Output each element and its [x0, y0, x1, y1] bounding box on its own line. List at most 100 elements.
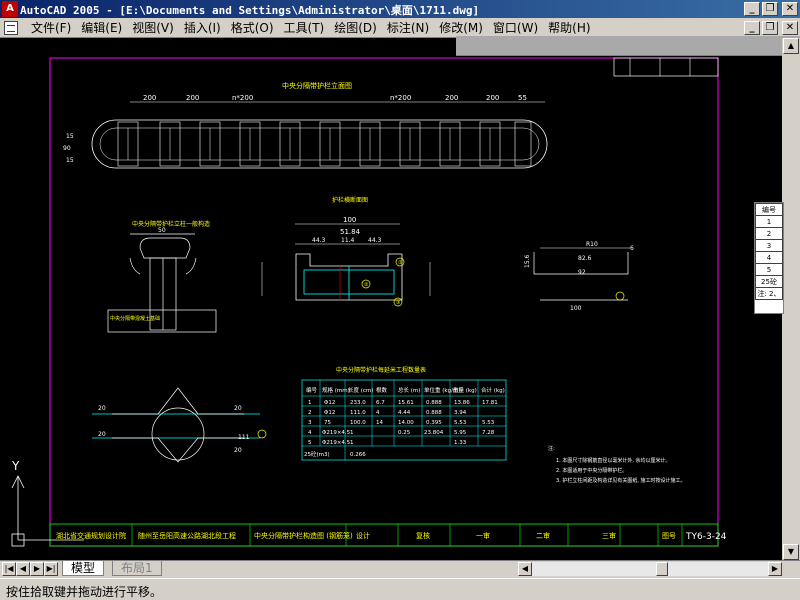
menu-format[interactable]: 格式(O) — [226, 20, 279, 36]
rebar-label-826: 82.6 — [578, 255, 592, 262]
menu-file[interactable]: 文件(F) — [26, 20, 76, 36]
svg-text:6.7: 6.7 — [376, 400, 385, 406]
svg-text:中央分隔带护栏立面图: 中央分隔带护栏立面图 — [282, 81, 352, 90]
th-4: 总长 (m) — [398, 386, 420, 394]
svg-text:2: 2 — [308, 410, 312, 416]
scroll-up-button[interactable]: ▲ — [783, 38, 799, 54]
doc-close-button[interactable]: ✕ — [782, 21, 798, 35]
section-dim-top: 100 — [343, 216, 356, 224]
svg-text:15.61: 15.61 — [398, 400, 414, 406]
menu-edit[interactable]: 编辑(E) — [76, 20, 127, 36]
svg-text:0.266: 0.266 — [350, 452, 366, 458]
title-block: 湖北省交通规划设计院 随州至岳阳高速公路湖北段工程 中央分隔带护栏构造图 (钢筋… — [49, 523, 727, 547]
document-icon[interactable] — [4, 21, 18, 35]
autocad-window: A AutoCAD 2005 - [E:\Documents and Setti… — [0, 0, 800, 600]
tab-layout1[interactable]: 布局1 — [112, 561, 162, 576]
section-label-1: ① — [398, 260, 403, 266]
palette-cell: 1 — [755, 215, 783, 228]
scroll-left-button[interactable]: ◀ — [518, 562, 532, 576]
menu-help[interactable]: 帮助(H) — [543, 20, 595, 36]
menu-window[interactable]: 窗口(W) — [488, 20, 543, 36]
doc-restore-button[interactable]: ❐ — [762, 21, 778, 35]
palette-cell: 4 — [755, 251, 783, 264]
section-seg-2: 11.4 — [341, 237, 355, 244]
svg-text:25砼(m3): 25砼(m3) — [304, 450, 330, 458]
svg-text:中央分隔带护栏每延米工程数量表: 中央分隔带护栏每延米工程数量表 — [336, 366, 426, 374]
menu-insert[interactable]: 插入(I) — [179, 20, 226, 36]
section-dim-mid: 51.84 — [340, 228, 361, 236]
menu-dimension[interactable]: 标注(N) — [382, 20, 434, 36]
menu-modify[interactable]: 修改(M) — [434, 20, 488, 36]
dim-7: 55 — [518, 94, 527, 102]
th-6: 重量 (kg) — [453, 386, 477, 394]
next-tab-button[interactable]: ▶ — [30, 562, 44, 576]
rebar-label-6: 6 — [630, 245, 634, 252]
svg-text:100.0: 100.0 — [350, 420, 366, 426]
top-right-block — [613, 57, 719, 77]
table-row: 3 75 100.0 14 14.00 0.395 5.53 5.53 — [308, 420, 495, 426]
circle-dim-2: 20 — [98, 431, 106, 438]
svg-text:中央分隔带混凝土基础: 中央分隔带混凝土基础 — [110, 315, 160, 322]
table-row: 1 Φ12 233.0 6.7 15.61 0.888 13.86 17.81 — [308, 400, 498, 406]
svg-text:17.81: 17.81 — [482, 400, 498, 406]
left-dim-3: 15 — [66, 157, 74, 164]
svg-text:Φ219×4.5: Φ219×4.5 — [322, 430, 351, 436]
svg-text:14.00: 14.00 — [398, 420, 414, 426]
status-text: 按住拾取键并拖动进行平移。 — [6, 585, 163, 599]
menu-view[interactable]: 视图(V) — [127, 20, 179, 36]
svg-text:233.0: 233.0 — [350, 400, 366, 406]
table-rows: 1 Φ12 233.0 6.7 15.61 0.888 13.86 17.81 … — [304, 400, 498, 458]
circle-dim-1: 20 — [98, 405, 106, 412]
layout-tab-bar: |◀ ◀ ▶ ▶| 模型 布局1 ◀ ▶ — [0, 560, 800, 576]
scroll-right-button[interactable]: ▶ — [768, 562, 782, 576]
table-row: 2 Φ12 111.0 4 4.44 0.888 3.94 — [308, 410, 467, 416]
document-window-controls: _ ❐ ✕ — [744, 21, 798, 35]
tab-model[interactable]: 模型 — [62, 561, 105, 576]
svg-text:5: 5 — [308, 440, 312, 446]
circle-dim-4: 111 — [238, 434, 250, 441]
svg-text:Φ219×4.5: Φ219×4.5 — [322, 440, 351, 446]
doc-minimize-button[interactable]: _ — [744, 21, 760, 35]
svg-text:50: 50 — [158, 227, 166, 234]
circle-dim-5: 20 — [234, 447, 242, 454]
svg-text:中央分隔带护栏构造图 (钢筋笼): 中央分隔带护栏构造图 (钢筋笼) — [254, 531, 353, 540]
horizontal-scrollbar[interactable]: ◀ ▶ — [518, 562, 782, 576]
circle-dim-3: 20 — [234, 405, 242, 412]
drawing-canvas[interactable]: 中央分隔带护栏立面图 200 200 n*200 n*200 200 200 5… — [0, 38, 782, 560]
post-detail: 中央分隔带护栏立柱一般构造 50 中央分隔带混凝土基础 — [107, 220, 217, 333]
tab-nav-buttons: |◀ ◀ ▶ ▶| — [2, 562, 58, 576]
drawing-number: TY6-3-24 — [685, 532, 727, 542]
svg-text:1.33: 1.33 — [454, 440, 467, 446]
vertical-scrollbar[interactable]: ▲ ▼ — [782, 38, 800, 560]
svg-text:75: 75 — [324, 420, 331, 426]
svg-text:5.53: 5.53 — [454, 420, 467, 426]
dim-2: 200 — [186, 94, 199, 102]
palette-cell: 编号 — [755, 203, 783, 216]
menu-draw[interactable]: 绘图(D) — [329, 20, 382, 36]
table-palette[interactable]: 编号 1 2 3 4 5 25砼 注: 2、 — [754, 202, 784, 314]
menu-tools[interactable]: 工具(T) — [279, 20, 330, 36]
th-2: 长度 (cm) — [348, 386, 373, 394]
close-button[interactable]: ✕ — [782, 2, 798, 16]
svg-text:1: 1 — [350, 430, 354, 436]
svg-text:注:: 注: — [548, 445, 555, 452]
table-row: 4 Φ219×4.5 1 0.25 23.804 5.95 7.28 — [308, 430, 495, 436]
cross-section: 护栏横断面图 100 51.84 44.3 11.4 44.3 ② ① ③ — [261, 196, 431, 307]
scroll-thumb[interactable] — [656, 562, 668, 576]
restore-button[interactable]: ❐ — [762, 2, 778, 16]
svg-text:5.95: 5.95 — [454, 430, 467, 436]
th-3: 根数 — [376, 386, 388, 394]
dim-5: 200 — [445, 94, 458, 102]
scroll-down-button[interactable]: ▼ — [783, 544, 799, 560]
svg-text:护栏横断面图: 护栏横断面图 — [332, 196, 368, 204]
first-tab-button[interactable]: |◀ — [2, 562, 16, 576]
tb-review2: 二审 — [536, 531, 550, 540]
dim-3: n*200 — [232, 94, 253, 102]
minimize-button[interactable]: _ — [744, 2, 760, 16]
dim-4: n*200 — [390, 94, 411, 102]
last-tab-button[interactable]: ▶| — [44, 562, 58, 576]
prev-tab-button[interactable]: ◀ — [16, 562, 30, 576]
svg-text:0.395: 0.395 — [426, 420, 442, 426]
svg-text:中央分隔带护栏立柱一般构造: 中央分隔带护栏立柱一般构造 — [132, 220, 210, 228]
tb-review1: 一审 — [476, 531, 490, 540]
